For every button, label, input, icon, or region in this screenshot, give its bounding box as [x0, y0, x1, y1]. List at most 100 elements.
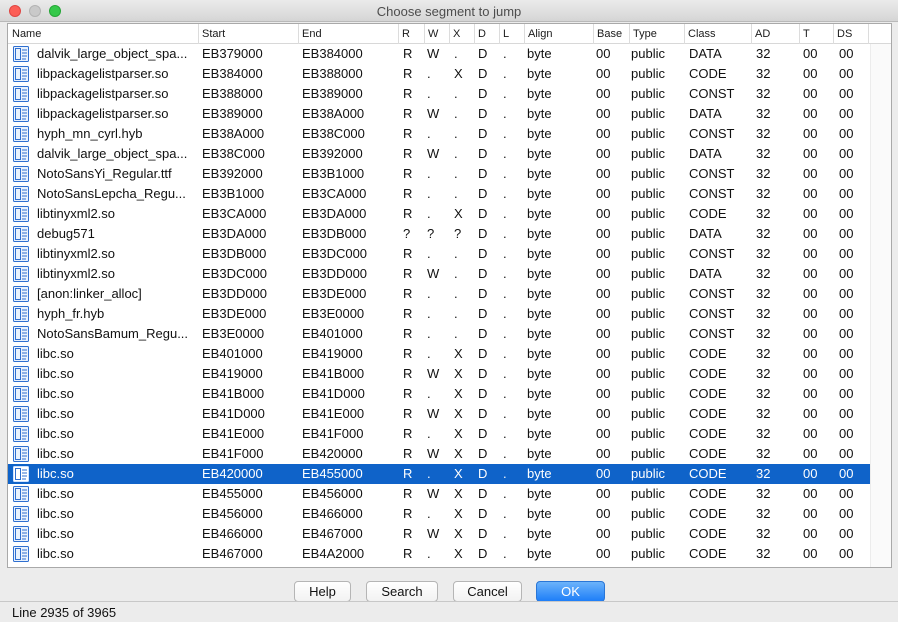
cell-r: R [403, 446, 413, 461]
table-row-selected[interactable]: libc.so EB420000 EB455000 R. X D. byte 00 public… [8, 464, 870, 484]
cell-d: D [478, 86, 488, 101]
table-row[interactable]: NotoSansLepcha_Regu... EB3B1000 EB3CA000 R.… [8, 184, 870, 204]
table-row[interactable]: hyph_fr.hyb EB3DE000 EB3E0000 R.. D. byte 00 pu… [8, 304, 870, 324]
cell-class: CODE [689, 386, 727, 401]
cell-name: [anon:linker_alloc] [37, 286, 142, 301]
column-header-x[interactable]: X [449, 24, 474, 44]
cell-t: 00 [803, 446, 818, 461]
segment-icon [13, 166, 29, 182]
cell-align: byte [527, 166, 552, 181]
cell-name: libpackagelistparser.so [37, 86, 169, 101]
table-row[interactable]: libc.so EB455000 EB456000 R W X D. byte 00 public… [8, 484, 870, 504]
segment-icon [13, 386, 29, 402]
cell-ad: 32 [756, 306, 771, 321]
ok-button[interactable]: OK [536, 581, 605, 602]
cell-ds: 00 [839, 146, 854, 161]
cell-name: libc.so [37, 526, 74, 541]
table-row[interactable]: libc.so EB41B000 EB41D000 R. X D. byte 00 public… [8, 384, 870, 404]
table-row[interactable]: libpackagelistparser.so EB388000 EB389000 R… [8, 84, 870, 104]
table-row[interactable]: libtinyxml2.so EB3CA000 EB3DA000 R. X D. byte 0… [8, 204, 870, 224]
cell-class: CONST [689, 306, 735, 321]
help-button[interactable]: Help [294, 581, 351, 602]
cell-t: 00 [803, 146, 818, 161]
cell-start: EB3DC000 [202, 266, 268, 281]
cell-l: . [503, 466, 507, 481]
column-header-class[interactable]: Class [684, 24, 751, 44]
column-header-type[interactable]: Type [629, 24, 684, 44]
table-row[interactable]: libc.so EB419000 EB41B000 R W X D. byte 00 public… [8, 364, 870, 384]
table-row[interactable]: debug571 EB3DA000 EB3DB000??? D. byte 00 publi… [8, 224, 870, 244]
cell-type: public [631, 526, 665, 541]
segment-table[interactable]: Name Start End R W X D L Align Base Type Class AD T DS… [7, 23, 892, 568]
column-header-l[interactable]: L [499, 24, 524, 44]
table-row[interactable]: libc.so EB456000 EB466000 R. X D. byte 00 public… [8, 504, 870, 524]
cell-t: 00 [803, 86, 818, 101]
table-row[interactable]: NotoSansYi_Regular.ttf EB392000 EB3B1000 R.… [8, 164, 870, 184]
cell-w: . [427, 506, 431, 521]
cell-class: DATA [689, 226, 722, 241]
cell-base: 00 [596, 546, 611, 561]
cell-base: 00 [596, 486, 611, 501]
column-header-start[interactable]: Start [198, 24, 298, 44]
column-header-t[interactable]: T [799, 24, 833, 44]
column-header-d[interactable]: D [474, 24, 499, 44]
cell-base: 00 [596, 386, 611, 401]
cell-class: CODE [689, 426, 727, 441]
scrollbar-track[interactable] [870, 44, 891, 567]
window-title: Choose segment to jump [376, 4, 522, 19]
table-row[interactable]: libc.so EB41D000 EB41E000 R W X D. byte 00 public… [8, 404, 870, 424]
cell-w: W [427, 46, 440, 61]
column-header-r[interactable]: R [398, 24, 424, 44]
column-header-name[interactable]: Name [8, 24, 198, 44]
table-row[interactable]: libpackagelistparser.so EB384000 EB388000 R… [8, 64, 870, 84]
cell-base: 00 [596, 466, 611, 481]
cell-align: byte [527, 526, 552, 541]
table-row[interactable]: libc.so EB467000 EB4A2000 R. X D. byte 00 public… [8, 544, 870, 564]
table-row[interactable]: libtinyxml2.so EB3DB000 EB3DC000 R.. D. byte 0… [8, 244, 870, 264]
cell-x: . [454, 326, 458, 341]
cell-ad: 32 [756, 46, 771, 61]
table-row[interactable]: libc.so EB466000 EB467000 R W X D. byte 00 public… [8, 524, 870, 544]
cell-base: 00 [596, 426, 611, 441]
column-header-ad[interactable]: AD [751, 24, 799, 44]
cell-w: . [427, 546, 431, 561]
search-button[interactable]: Search [366, 581, 438, 602]
table-row[interactable]: libc.so EB41F000 EB420000 R W X D. byte 00 public… [8, 444, 870, 464]
column-header-w[interactable]: W [424, 24, 449, 44]
cell-end: EB384000 [302, 46, 363, 61]
column-header-ds[interactable]: DS [833, 24, 868, 44]
cell-ad: 32 [756, 366, 771, 381]
table-row[interactable]: NotoSansBamum_Regu... EB3E0000 EB401000 R..… [8, 324, 870, 344]
table-row[interactable]: libc.so EB41E000 EB41F000 R. X D. byte 00 public… [8, 424, 870, 444]
table-row[interactable]: libpackagelistparser.so EB389000 EB38A000 R… [8, 104, 870, 124]
cell-x: . [454, 286, 458, 301]
table-row[interactable]: [anon:linker_alloc] EB3DD000 EB3DE000 R.. D.… [8, 284, 870, 304]
column-header-align[interactable]: Align [524, 24, 593, 44]
cell-end: EB3DD000 [302, 266, 368, 281]
cell-w: . [427, 66, 431, 81]
table-row[interactable]: libc.so EB401000 EB419000 R. X D. byte 00 public… [8, 344, 870, 364]
cell-ds: 00 [839, 126, 854, 141]
cell-x: . [454, 186, 458, 201]
table-row[interactable]: dalvik_large_object_spa... EB38C000 EB3920… [8, 144, 870, 164]
table-row[interactable]: libtinyxml2.so EB3DC000 EB3DD000 R W. D. byte 0… [8, 264, 870, 284]
table-row[interactable]: dalvik_large_object_spa... EB379000 EB3840… [8, 44, 870, 64]
cell-class: CODE [689, 206, 727, 221]
cell-r: R [403, 526, 413, 541]
cell-t: 00 [803, 186, 818, 201]
column-header-end[interactable]: End [298, 24, 398, 44]
cell-align: byte [527, 206, 552, 221]
cell-t: 00 [803, 526, 818, 541]
column-header-base[interactable]: Base [593, 24, 629, 44]
cell-start: EB379000 [202, 46, 263, 61]
segment-icon [13, 206, 29, 222]
cell-t: 00 [803, 386, 818, 401]
table-row[interactable]: hyph_mn_cyrl.hyb EB38A000 EB38C000 R.. D. byt… [8, 124, 870, 144]
cell-align: byte [527, 266, 552, 281]
cell-base: 00 [596, 106, 611, 121]
cancel-button[interactable]: Cancel [453, 581, 522, 602]
cell-ad: 32 [756, 186, 771, 201]
cell-class: CONST [689, 286, 735, 301]
cell-l: . [503, 186, 507, 201]
cell-w: . [427, 246, 431, 261]
